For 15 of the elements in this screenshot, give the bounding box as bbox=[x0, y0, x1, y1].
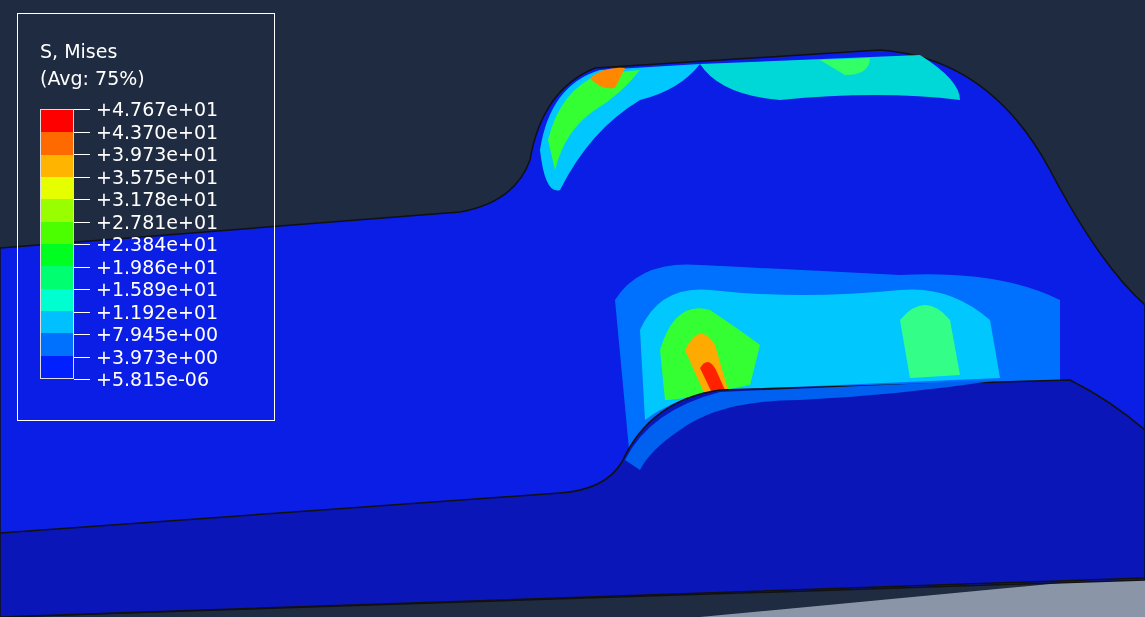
legend-value: +3.575e+01 bbox=[96, 165, 220, 188]
legend-value: +1.986e+01 bbox=[96, 255, 220, 278]
legend-value: +1.589e+01 bbox=[96, 278, 220, 301]
legend-value: +4.370e+01 bbox=[96, 120, 220, 143]
legend-subtitle: (Avg: 75%) bbox=[40, 66, 146, 91]
legend-value: +3.973e+01 bbox=[96, 143, 220, 166]
legend-value: +3.178e+01 bbox=[96, 188, 220, 211]
legend-value: +7.945e+00 bbox=[96, 323, 220, 346]
legend-value: +5.815e-06 bbox=[96, 368, 211, 391]
legend-value: +4.767e+01 bbox=[96, 98, 220, 121]
legend-value: +3.973e+00 bbox=[96, 345, 220, 368]
legend-value: +2.781e+01 bbox=[96, 210, 220, 233]
legend-value: +2.384e+01 bbox=[96, 233, 220, 256]
legend-title: S, Mises bbox=[40, 39, 119, 64]
legend-value: +1.192e+01 bbox=[96, 300, 220, 323]
